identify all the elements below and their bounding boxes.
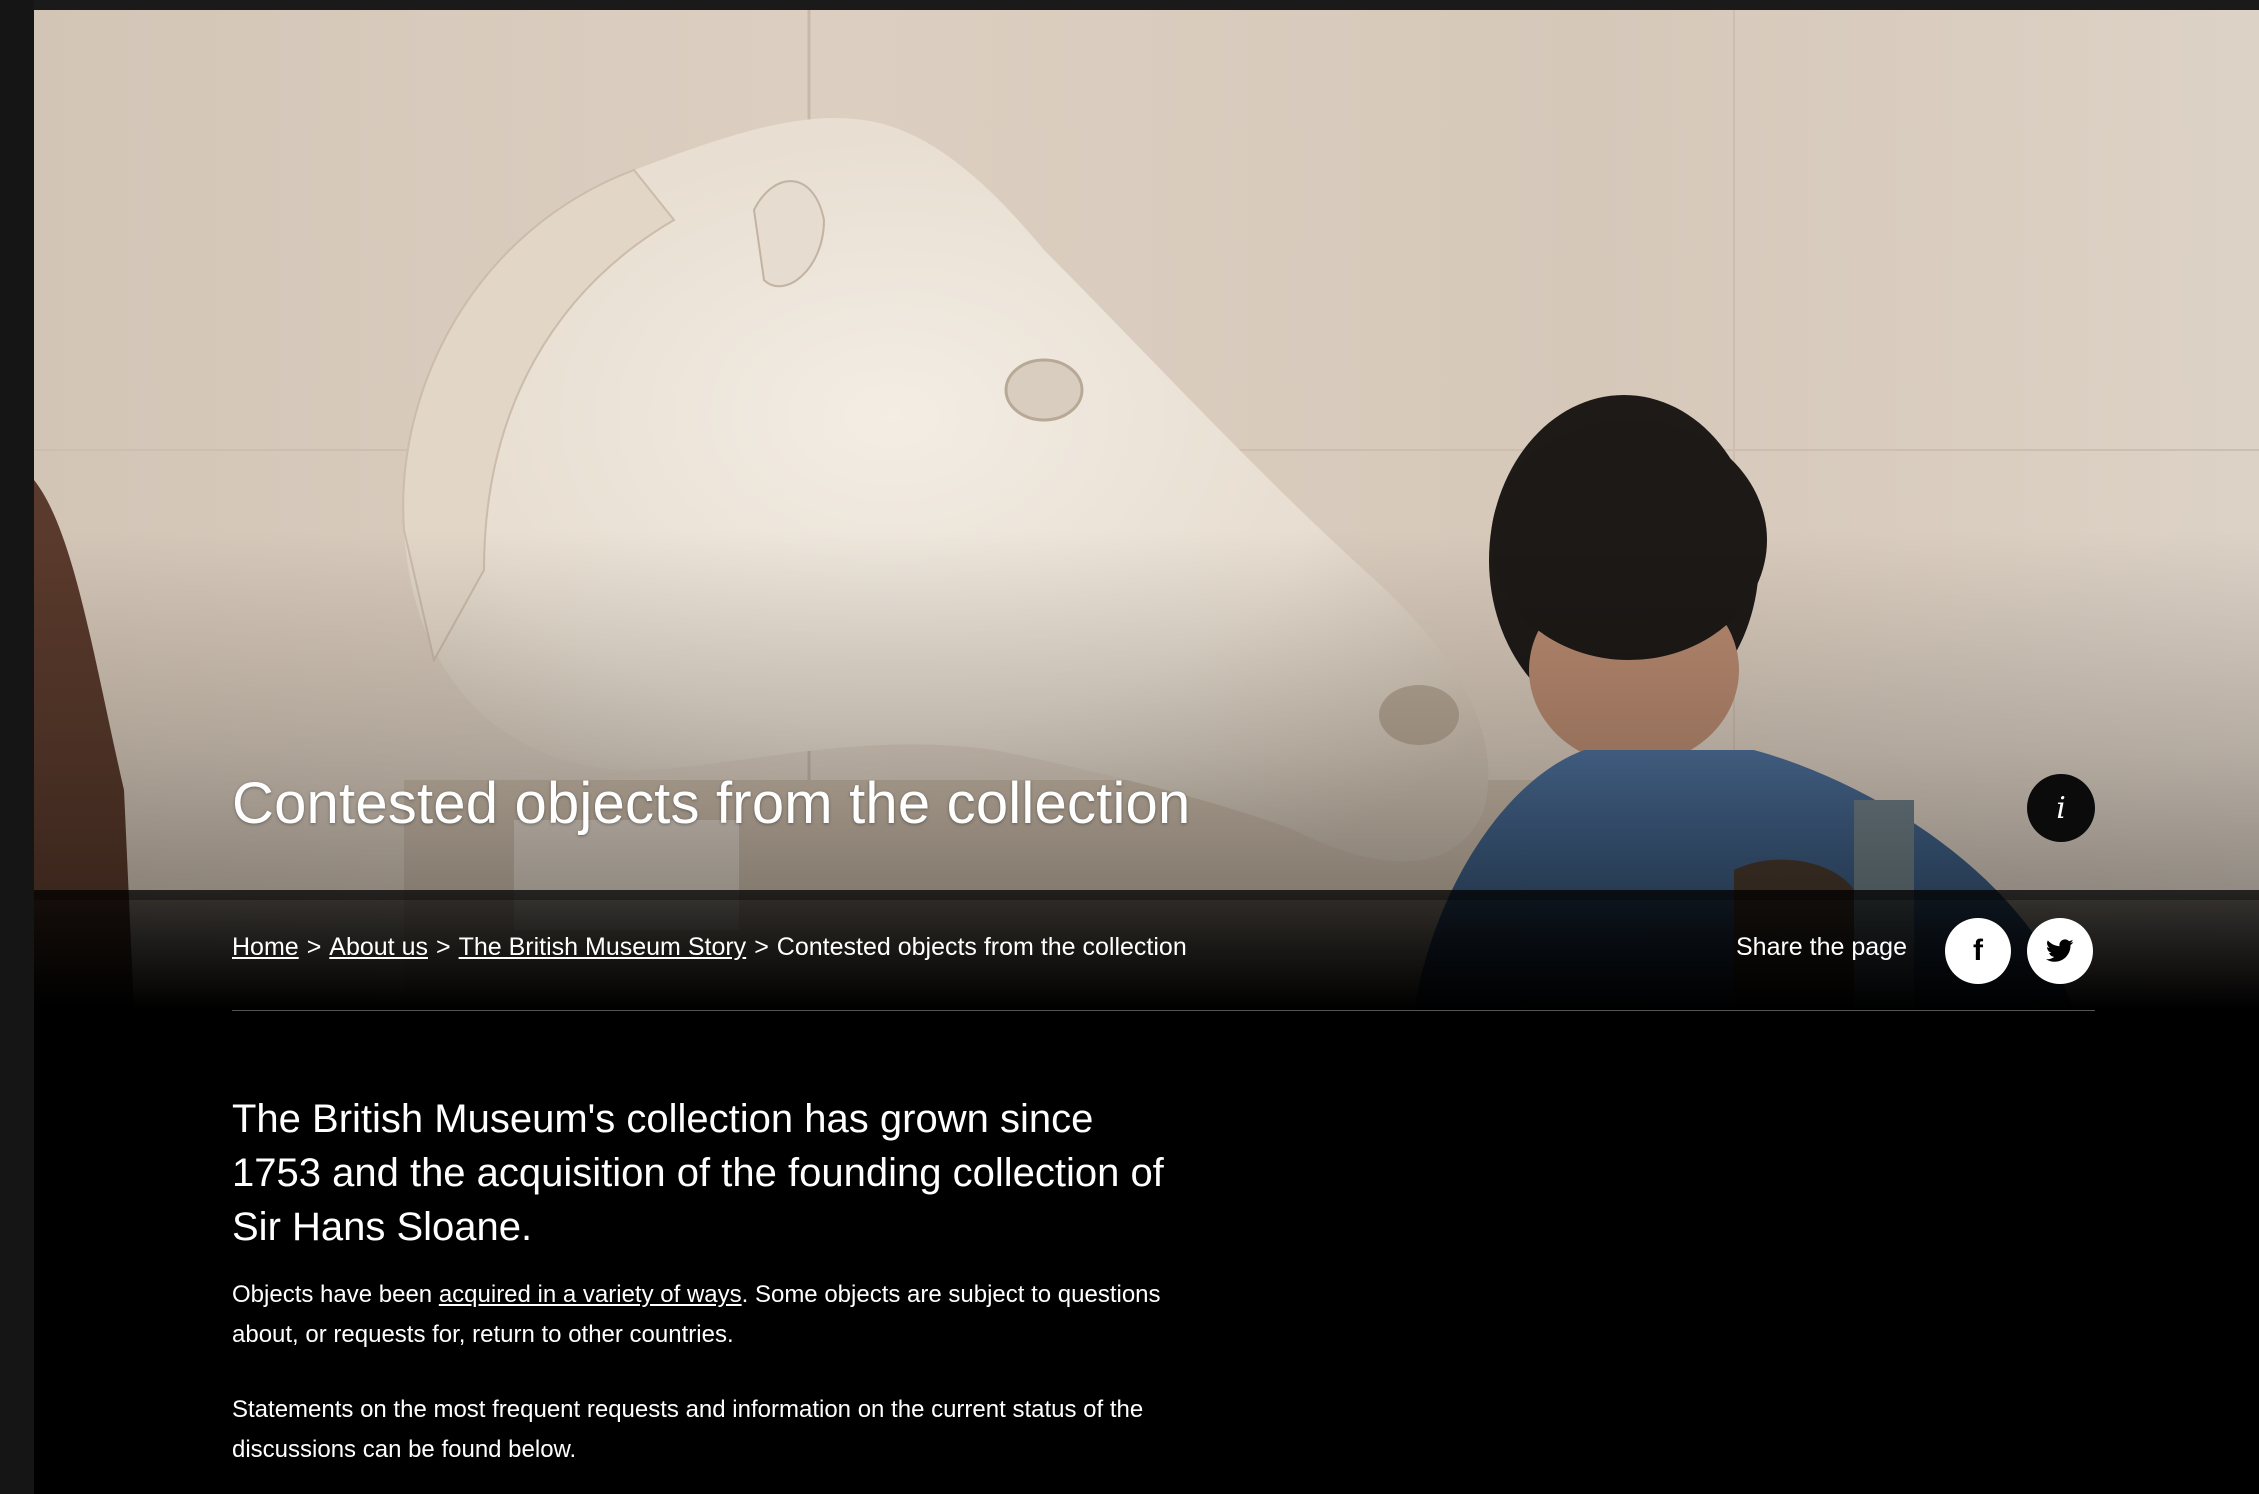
statements-paragraph: Statements on the most frequent requests… [232, 1396, 1144, 1463]
share-facebook-button[interactable]: f [1945, 918, 2011, 984]
breadcrumb-current: Contested objects from the collection [776, 933, 1187, 961]
intro-text: Objects have been [232, 1281, 439, 1308]
breadcrumb-separator: > [754, 933, 769, 961]
browser-frame: Contested objects from the collection i … [0, 0, 2259, 1494]
facebook-icon: f [1973, 934, 1983, 967]
breadcrumb-separator: > [306, 933, 322, 961]
hero-image: Contested objects from the collection i [34, 10, 2259, 1010]
page: Contested objects from the collection i … [34, 0, 2259, 1494]
breadcrumb-about-us-link[interactable]: About us [329, 933, 428, 961]
breadcrumb-home-link[interactable]: Home [232, 933, 299, 961]
intro-paragraph: Objects have been acquired in a variety … [232, 1275, 1192, 1355]
share-twitter-button[interactable] [2027, 918, 2093, 984]
breadcrumb: Home > About us > The British Museum Story > C… [232, 933, 1187, 962]
top-edge [34, 0, 2259, 10]
info-button[interactable]: i [2027, 774, 2095, 842]
info-icon: i [2056, 790, 2066, 826]
breadcrumb-museum-story-link[interactable]: The British Museum Story [459, 933, 747, 961]
breadcrumb-separator: > [435, 933, 451, 961]
share-label: Share the page [1736, 933, 1907, 961]
twitter-icon [2046, 939, 2074, 962]
hero-gradient [34, 530, 2259, 900]
acquisition-link[interactable]: acquired in a variety of ways [439, 1281, 742, 1308]
window-edge [0, 0, 34, 1494]
intro-heading: The British Museum's collection has grow… [232, 1097, 1164, 1249]
page-title: Contested objects from the collection [232, 771, 1191, 836]
section-divider [232, 1010, 2095, 1011]
